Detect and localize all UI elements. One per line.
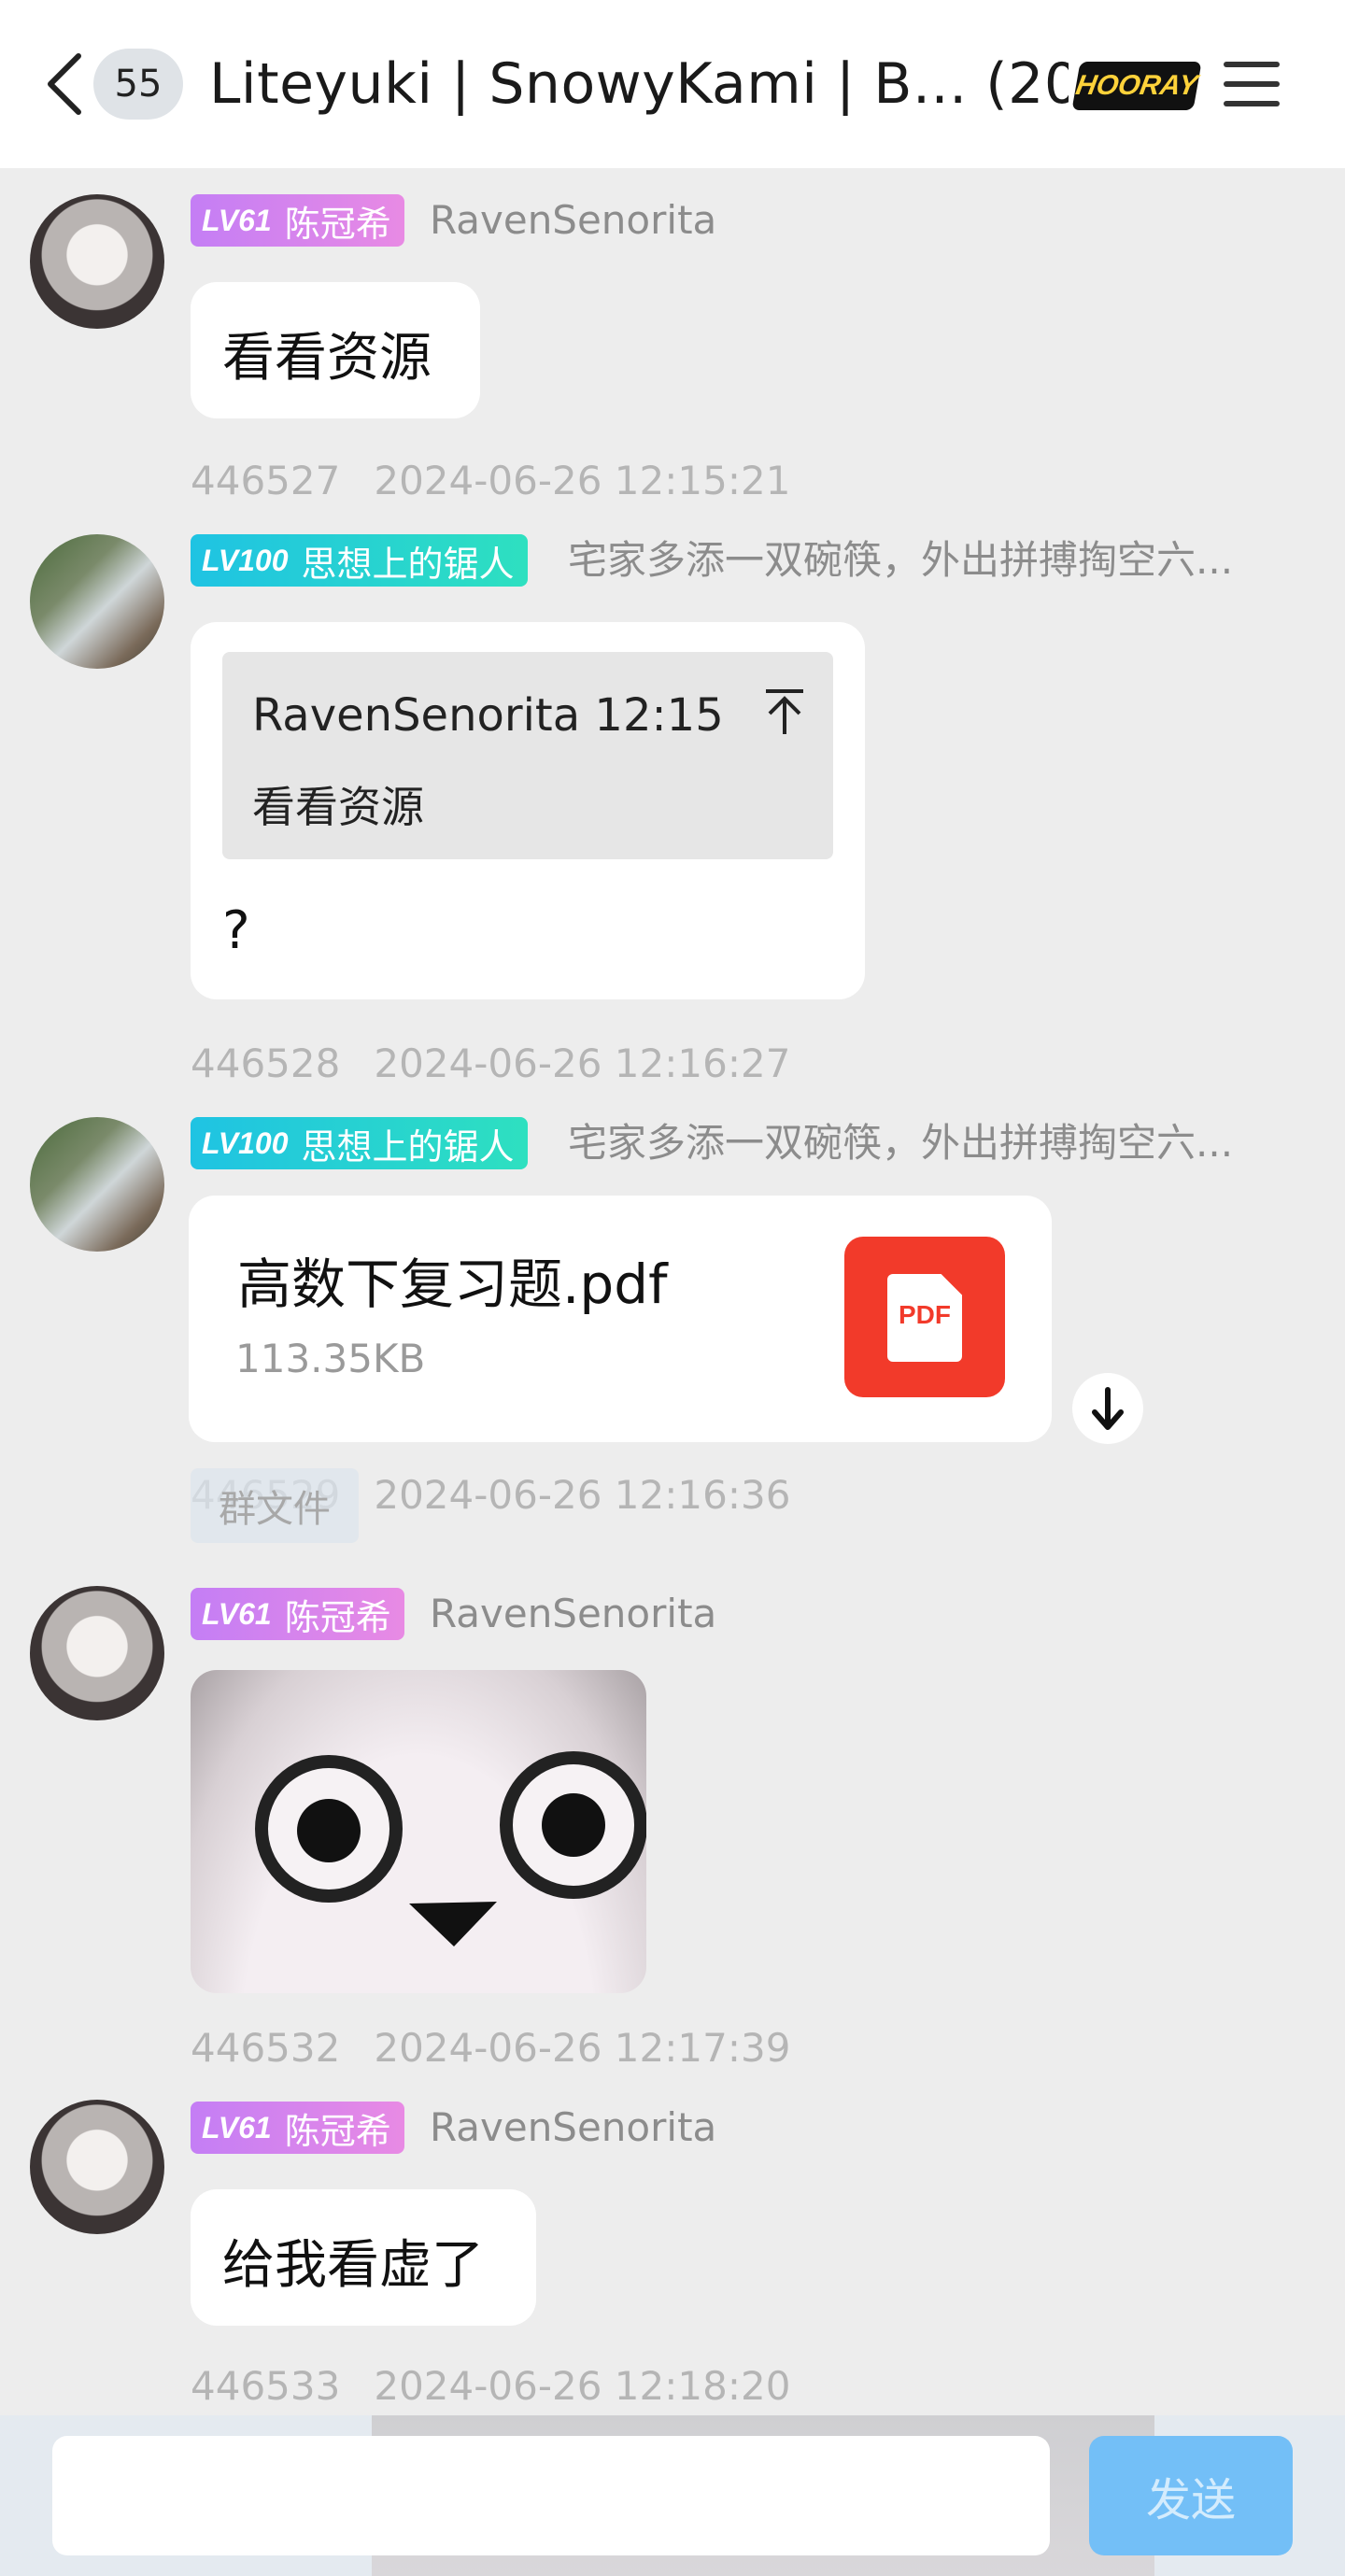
member-title: 思想上的锯人: [301, 1125, 515, 1168]
message-meta: 446532 2024-06-26 12:17:39: [191, 2025, 790, 2071]
message-meta: 446527 2024-06-26 12:15:21: [191, 458, 790, 503]
level-badge: LV61: [202, 2110, 272, 2144]
member-title: 陈冠希: [284, 1596, 391, 1638]
message-input[interactable]: [52, 2436, 1050, 2555]
member-title: 陈冠希: [284, 2110, 391, 2152]
quote-author-time: RavenSenorita 12:15: [252, 689, 724, 742]
avatar[interactable]: [30, 534, 164, 669]
message-text: ?: [222, 900, 250, 961]
message-time: 2024-06-26 12:16:27: [374, 1040, 791, 1086]
message-meta: 446528 2024-06-26 12:16:27: [191, 1040, 790, 1086]
jump-to-quote-icon[interactable]: [762, 687, 807, 736]
member-title: 陈冠希: [284, 203, 391, 245]
level-badge: LV100: [202, 1125, 289, 1160]
level-tag: LV61 陈冠希: [191, 2102, 404, 2154]
send-button[interactable]: 发送: [1089, 2436, 1293, 2555]
sender-name[interactable]: 宅家多添一双碗筷，外出拼搏掏空六...: [568, 1117, 1259, 1169]
sender-name[interactable]: RavenSenorita: [430, 1588, 716, 1640]
quoted-message[interactable]: RavenSenorita 12:15 看看资源: [222, 652, 833, 859]
group-title[interactable]: Liteyuki | SnowyKami | B... (206): [209, 47, 1069, 121]
avatar[interactable]: [30, 1117, 164, 1252]
pdf-file-icon: PDF: [844, 1237, 1005, 1397]
message-time: 2024-06-26 12:15:21: [374, 458, 791, 503]
message-time: 2024-06-26 12:18:20: [374, 2363, 791, 2409]
sticker-image[interactable]: [191, 1670, 646, 1993]
file-name: 高数下复习题.pdf: [237, 1253, 668, 1316]
message-text: 看看资源: [222, 328, 432, 389]
unread-count-badge[interactable]: 55: [93, 49, 183, 120]
sender-name[interactable]: RavenSenorita: [430, 194, 716, 247]
member-title: 思想上的锯人: [301, 543, 515, 585]
level-badge: LV61: [202, 203, 272, 237]
message-id: 446533: [191, 2363, 341, 2409]
level-tag: LV100 思想上的锯人: [191, 534, 528, 587]
quote-text: 看看资源: [252, 782, 424, 832]
level-tag: LV61 陈冠希: [191, 1588, 404, 1640]
level-badge: LV100: [202, 543, 289, 577]
back-arrow-icon[interactable]: [43, 50, 88, 118]
message-time: 2024-06-26 12:16:36: [374, 1472, 791, 1518]
message-bubble[interactable]: 看看资源: [191, 282, 480, 418]
sender-name[interactable]: RavenSenorita: [430, 2102, 716, 2154]
sticker-face-icon: [255, 1751, 646, 1946]
menu-icon[interactable]: [1222, 56, 1281, 112]
message-time: 2024-06-26 12:17:39: [374, 2025, 791, 2071]
download-button[interactable]: [1072, 1373, 1143, 1444]
file-message-card[interactable]: 高数下复习题.pdf 113.35KB PDF: [189, 1196, 1052, 1442]
message-id: 446528: [191, 1040, 341, 1086]
sender-name[interactable]: 宅家多添一双碗筷，外出拼搏掏空六...: [568, 534, 1259, 587]
pdf-icon-label: PDF: [899, 1300, 951, 1329]
message-meta: 446533 2024-06-26 12:18:20: [191, 2363, 790, 2409]
level-badge: LV61: [202, 1596, 272, 1631]
hooray-badge-icon: HOORAY: [1071, 62, 1202, 110]
message-text: 给我看虚了: [222, 2235, 484, 2296]
message-id: 446532: [191, 2025, 341, 2071]
chat-header: 55 Liteyuki | SnowyKami | B... (206) HOO…: [0, 0, 1345, 168]
avatar[interactable]: [30, 194, 164, 329]
download-arrow-icon: [1092, 1387, 1124, 1430]
group-file-tag[interactable]: 群文件: [191, 1468, 359, 1543]
avatar[interactable]: [30, 1586, 164, 1720]
level-tag: LV61 陈冠希: [191, 194, 404, 247]
message-bubble[interactable]: RavenSenorita 12:15 看看资源 ?: [191, 622, 865, 999]
file-size: 113.35KB: [235, 1336, 426, 1381]
level-tag: LV100 思想上的锯人: [191, 1117, 528, 1169]
message-id: 446527: [191, 458, 341, 503]
message-bubble[interactable]: 给我看虚了: [191, 2189, 536, 2326]
avatar[interactable]: [30, 2100, 164, 2234]
